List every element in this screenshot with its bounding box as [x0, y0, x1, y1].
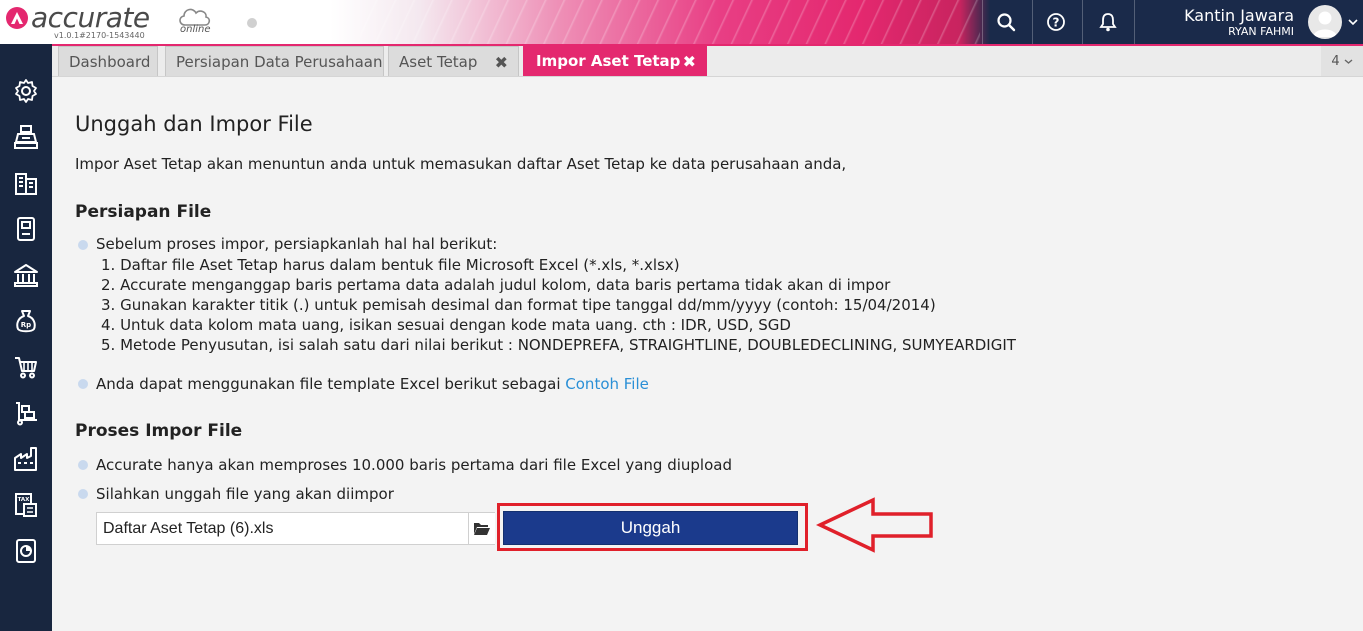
svg-text:Rp: Rp: [21, 321, 31, 329]
page-title: Unggah dan Impor File: [75, 112, 313, 136]
chevron-down-icon: [1344, 58, 1353, 64]
file-path-value: Daftar Aset Tetap (6).xls: [103, 519, 274, 537]
avatar[interactable]: [1308, 5, 1342, 39]
bell-icon[interactable]: [1084, 0, 1132, 44]
divider: [1134, 0, 1135, 44]
template-text: Anda dapat menggunakan file template Exc…: [96, 375, 566, 393]
report-icon[interactable]: [11, 536, 41, 566]
bullet-marker: [78, 240, 88, 250]
help-icon[interactable]: ?: [1032, 0, 1080, 44]
tab-label: Persiapan Data Perusahaan: [176, 52, 383, 71]
header-pattern: [360, 0, 980, 44]
chevron-down-icon[interactable]: [1348, 18, 1358, 26]
prep-heading: Persiapan File: [75, 202, 212, 222]
tax-icon[interactable]: TAX: [11, 490, 41, 520]
ledger-icon[interactable]: [11, 214, 41, 244]
prep-item: 2. Accurate menganggap baris pertama dat…: [101, 276, 891, 294]
version-label: v1.0.1#2170-1543440: [54, 31, 145, 40]
status-dot: [247, 18, 257, 28]
intro-text: Impor Aset Tetap akan menuntun anda untu…: [75, 155, 847, 173]
svg-text:?: ?: [1053, 16, 1060, 30]
upload-button[interactable]: Unggah: [503, 511, 798, 545]
tab-aset-tetap[interactable]: Aset Tetap ✖: [388, 46, 519, 76]
tab-count-value: 4: [1331, 53, 1340, 69]
accurate-logo-icon: [6, 7, 28, 29]
process-bullet-1: Accurate hanya akan memproses 10.000 bar…: [96, 456, 732, 474]
bullet-marker: [78, 379, 88, 389]
browse-file-button[interactable]: [468, 513, 495, 544]
prep-item: 4. Untuk data kolom mata uang, isikan se…: [101, 316, 791, 334]
tab-label: Impor Aset Tetap: [536, 52, 681, 70]
process-heading: Proses Impor File: [75, 421, 243, 441]
search-icon[interactable]: [982, 0, 1030, 44]
tab-label: Aset Tetap: [399, 52, 478, 71]
prep-item: 5. Metode Penyusutan, isi salah satu dar…: [101, 336, 1016, 354]
logo-subtitle: online: [180, 24, 211, 35]
template-line: Anda dapat menggunakan file template Exc…: [96, 375, 649, 393]
process-bullet-2: Silahkan unggah file yang akan diimpor: [96, 485, 394, 503]
tab-persiapan-data-perusahaan[interactable]: Persiapan Data Perusahaan: [165, 46, 384, 76]
bullet-marker: [78, 460, 88, 470]
building-icon[interactable]: [11, 168, 41, 198]
money-bag-icon[interactable]: Rp: [11, 306, 41, 336]
factory-icon[interactable]: [11, 444, 41, 474]
cash-register-icon[interactable]: [11, 122, 41, 152]
cart-icon[interactable]: [11, 352, 41, 382]
divider: [1082, 0, 1083, 44]
example-file-link[interactable]: Contoh File: [565, 375, 649, 393]
tab-impor-aset-tetap[interactable]: Impor Aset Tetap ✖: [523, 45, 707, 76]
prep-item: 1. Daftar file Aset Tetap harus dalam be…: [101, 256, 680, 274]
user-name[interactable]: RYAN FAHMI: [1228, 25, 1294, 38]
company-name[interactable]: Kantin Jawara: [1184, 6, 1294, 25]
file-path-input[interactable]: Daftar Aset Tetap (6).xls: [96, 512, 495, 545]
prep-item: 3. Gunakan karakter titik (.) untuk pemi…: [101, 296, 936, 314]
top-bar: accurate online v1.0.1#2170-1543440 ? Ka…: [0, 0, 1363, 44]
close-icon[interactable]: ✖: [683, 52, 696, 71]
callout-arrow-icon: [816, 497, 933, 553]
tab-count-dropdown[interactable]: 4: [1321, 46, 1363, 76]
prep-bullet-text: Sebelum proses impor, persiapkanlah hal …: [96, 235, 498, 253]
dolly-icon[interactable]: [11, 398, 41, 428]
tab-bar: Dashboard Persiapan Data Perusahaan Aset…: [52, 45, 1363, 77]
svg-text:TAX: TAX: [18, 497, 31, 503]
close-icon[interactable]: ✖: [495, 53, 508, 72]
tab-label: Dashboard: [69, 52, 151, 71]
gear-icon[interactable]: [11, 76, 41, 106]
logo-text: accurate: [31, 1, 150, 34]
bullet-marker: [78, 489, 88, 499]
folder-open-icon: [474, 523, 490, 535]
tab-dashboard[interactable]: Dashboard: [58, 46, 158, 76]
sidebar: Rp TAX: [0, 44, 52, 631]
bank-icon[interactable]: [11, 260, 41, 290]
